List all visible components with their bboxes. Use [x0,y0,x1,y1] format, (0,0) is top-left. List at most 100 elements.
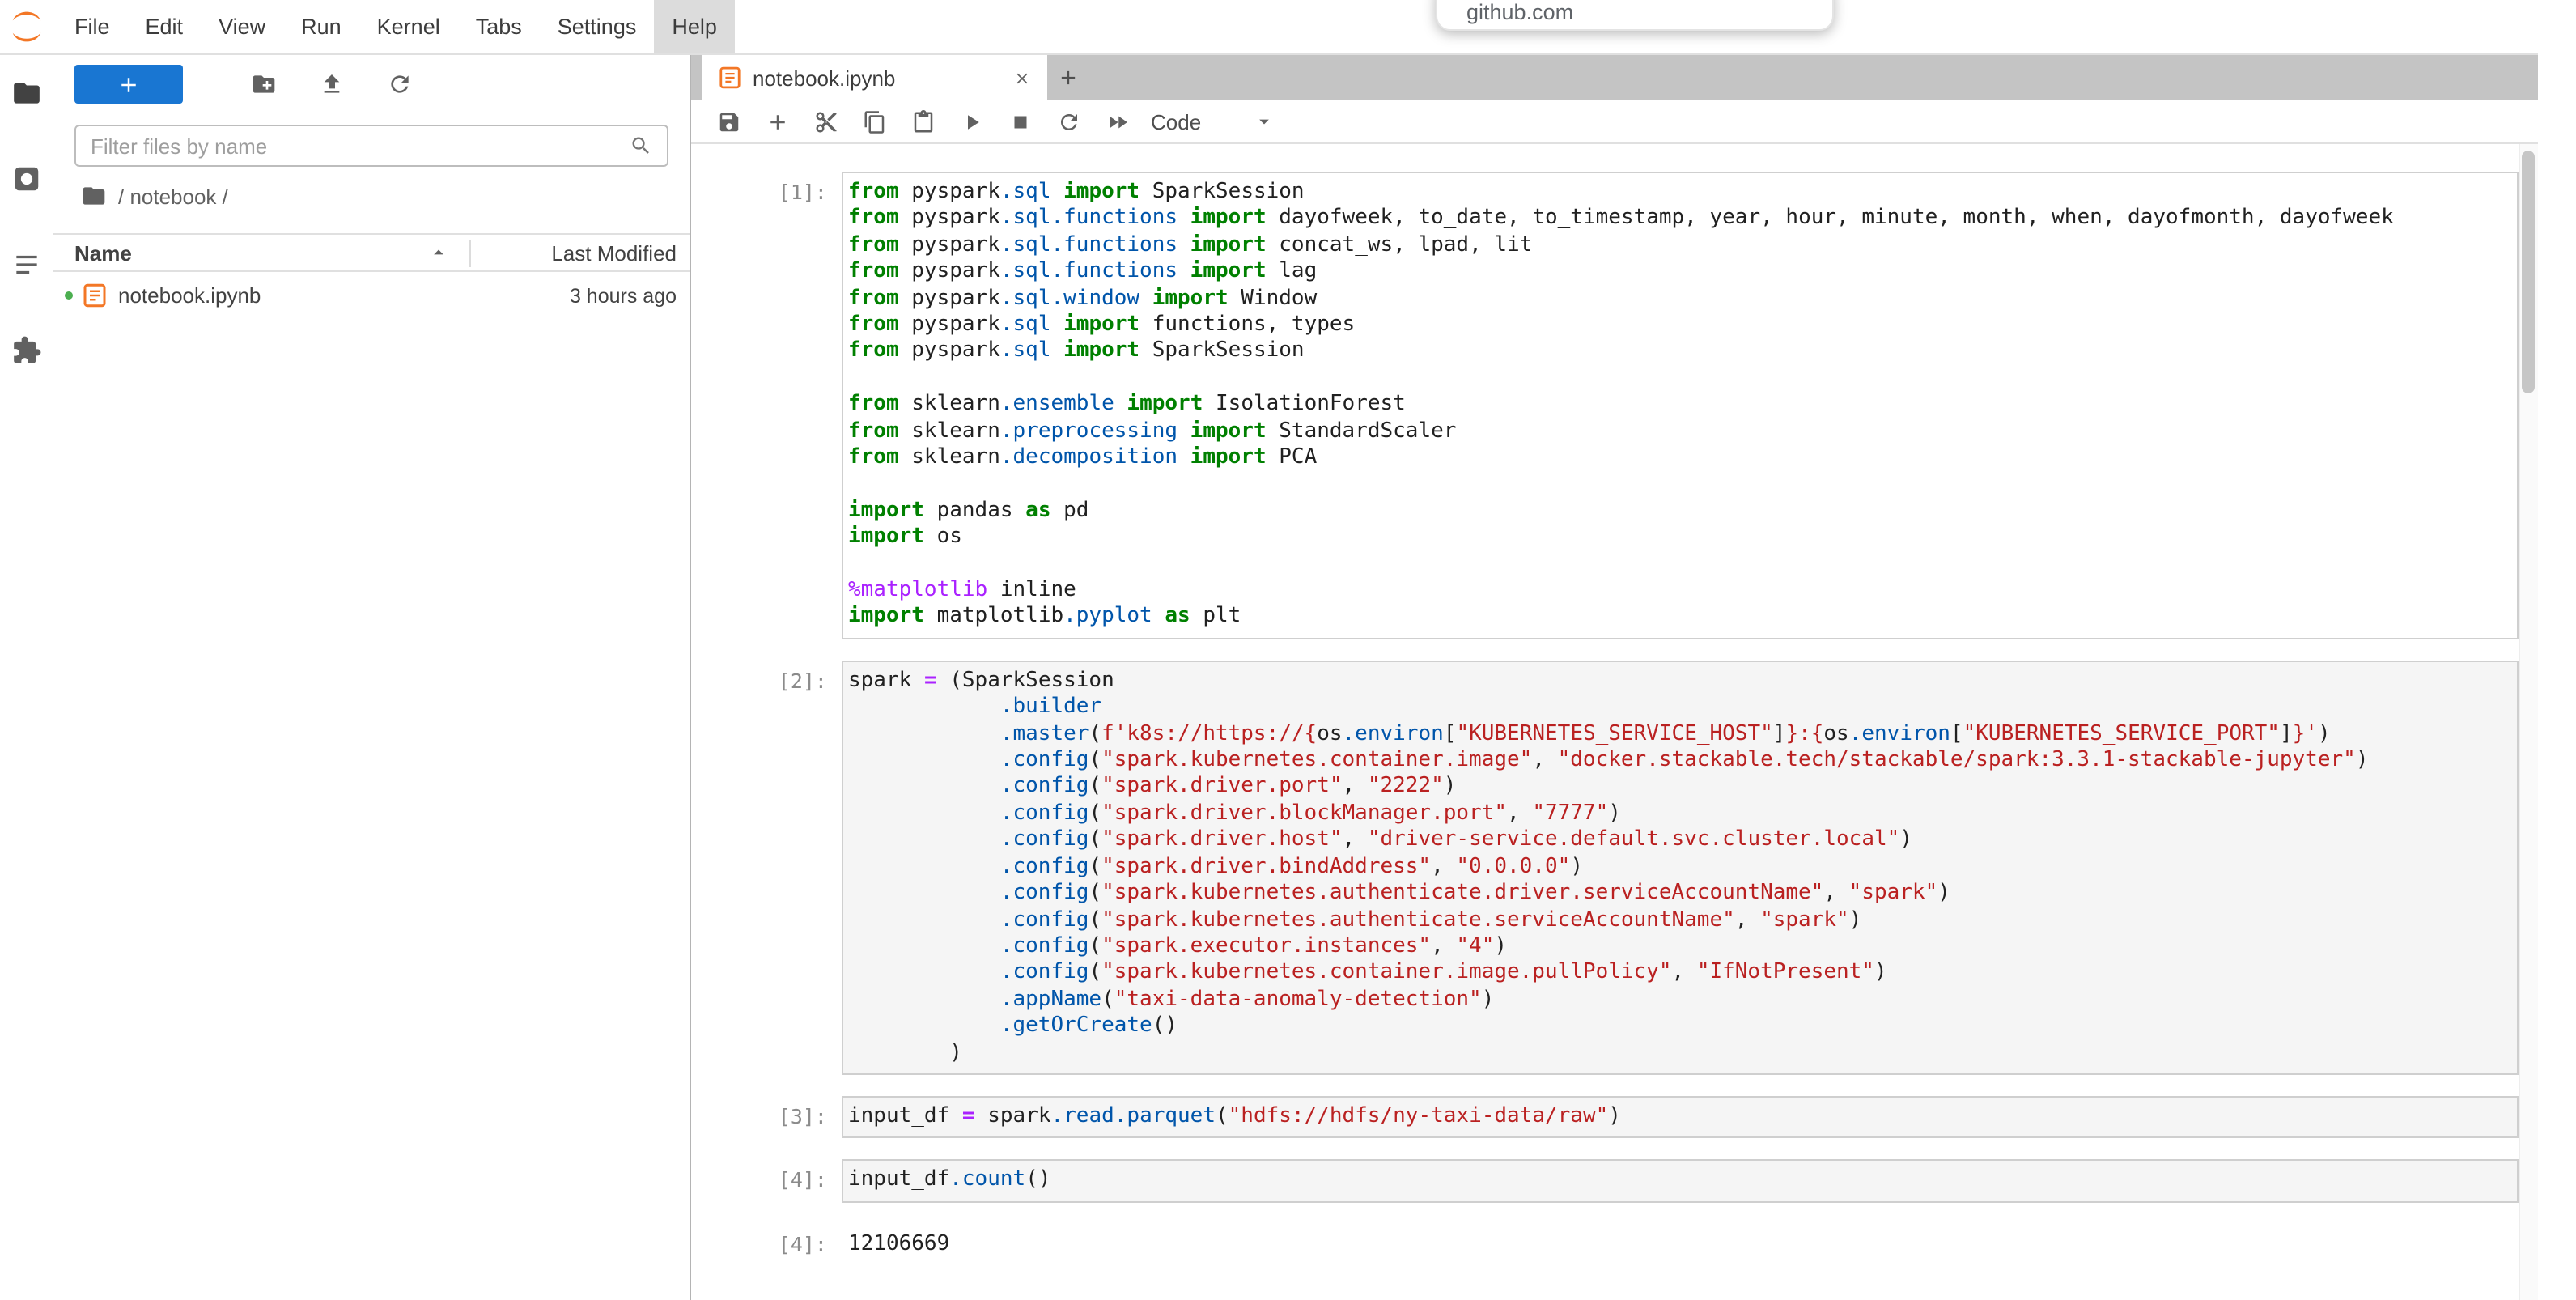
sidebar-tab-extensions[interactable] [11,333,43,366]
code-cell[interactable]: [1]:from pyspark.sql import SparkSession… [691,172,2538,639]
new-launcher-button[interactable] [74,65,183,104]
file-row[interactable]: notebook.ipynb 3 hours ago [53,275,690,316]
code-line: ) [848,1040,2512,1067]
code-line: %matplotlib inline [848,578,2512,605]
notebook-panel: [1]:from pyspark.sql import SparkSession… [691,144,2538,1300]
tab-notebook[interactable]: notebook.ipynb [702,55,1047,100]
browser-site-popup: github.com [1436,0,1834,31]
close-icon [1012,69,1030,87]
restart-kernel-button[interactable] [1047,103,1089,140]
code-line: .config("spark.driver.host", "driver-ser… [848,828,2512,855]
paste-cell-button[interactable] [902,103,944,140]
interrupt-kernel-button[interactable] [999,103,1041,140]
cell-editor[interactable]: input_df.count() [842,1160,2519,1203]
code-line: .config("spark.kubernetes.container.imag… [848,748,2512,775]
copy-cell-button[interactable] [853,103,895,140]
code-cell[interactable]: [3]:input_df = spark.read.parquet("hdfs:… [691,1096,2538,1139]
code-line: import pandas as pd [848,499,2512,525]
refresh-icon [386,71,412,97]
notebook-scrollbar[interactable] [2519,144,2538,1300]
add-cell-button[interactable] [756,103,798,140]
menu-tabs[interactable]: Tabs [458,0,540,53]
code-line: .config("spark.executor.instances", "4") [848,934,2512,961]
code-line: .config("spark.kubernetes.authenticate.d… [848,881,2512,907]
tab-bar: notebook.ipynb [691,55,2538,100]
cell-prompt: [1]: [691,172,842,639]
breadcrumb-path: / notebook / [118,184,228,208]
code-line: from sklearn.decomposition import PCA [848,445,2512,472]
running-kernel-dot [65,291,73,300]
menu-edit[interactable]: Edit [128,0,202,53]
code-cell[interactable]: [2]:spark = (SparkSession .builder .mast… [691,661,2538,1075]
code-line: .getOrCreate() [848,1013,2512,1040]
output-text: 12106669 [842,1224,2538,1267]
menu-help[interactable]: Help [654,0,735,53]
popup-domain: github.com [1466,0,1573,24]
notebook-file-icon [83,283,107,308]
code-line: .builder [848,695,2512,722]
sidebar-tab-running[interactable] [11,162,43,194]
upload-icon [318,71,344,97]
search-icon [630,134,652,157]
cell-editor[interactable]: spark = (SparkSession .builder .master(f… [842,661,2519,1075]
plus-icon [117,72,141,96]
tab-close-button[interactable] [1008,65,1034,91]
menu-run[interactable]: Run [283,0,359,53]
code-line [848,366,2512,393]
column-header-modified[interactable]: Last Modified [471,240,690,265]
activity-bar [0,55,53,1300]
cell-type-dropdown[interactable]: Code [1151,109,1275,134]
file-filter-input[interactable] [91,134,630,158]
code-line: from pyspark.sql.functions import concat… [848,233,2512,260]
column-header-name[interactable]: Name [53,240,469,265]
upload-button[interactable] [317,70,345,98]
cell-prompt: [2]: [691,661,842,1075]
save-button[interactable] [707,103,749,140]
jupyter-logo [8,8,45,45]
save-icon [716,109,741,134]
code-line: from pyspark.sql import SparkSession [848,180,2512,206]
file-browser-panel: / notebook / Name Last Modified notebook… [53,55,691,1300]
file-modified: 3 hours ago [471,284,690,307]
file-browser-toolbar [53,60,690,108]
menu-kernel[interactable]: Kernel [359,0,458,53]
cell-editor[interactable]: from pyspark.sql import SparkSessionfrom… [842,172,2519,639]
folder-icon [11,77,42,108]
scrollbar-thumb[interactable] [2522,151,2535,393]
main-area: notebook.ipynb [691,55,2538,1300]
puzzle-icon [11,334,42,365]
code-line: from sklearn.ensemble import IsolationFo… [848,392,2512,418]
code-cell[interactable]: [4]:input_df.count() [691,1160,2538,1203]
code-line: .config("spark.driver.blockManager.port"… [848,801,2512,828]
code-line: .config("spark.kubernetes.authenticate.s… [848,907,2512,934]
sort-ascending-icon [427,241,450,264]
notebook-cells: [1]:from pyspark.sql import SparkSession… [691,172,2538,1266]
menu-file[interactable]: File [57,0,128,53]
cut-cell-button[interactable] [804,103,847,140]
code-line: .config("spark.driver.bindAddress", "0.0… [848,854,2512,881]
code-line: .appName("taxi-data-anomaly-detection") [848,987,2512,1013]
home-folder-icon [81,183,107,209]
new-folder-icon [250,71,276,97]
code-line: .config("spark.kubernetes.container.imag… [848,961,2512,988]
breadcrumb[interactable]: / notebook / [53,167,690,220]
sidebar-tab-file-browser[interactable] [11,76,43,108]
notebook-toolbar: Code [691,100,2538,144]
restart-icon [1056,109,1080,134]
menu-view[interactable]: View [201,0,283,53]
code-line: from pyspark.sql.functions import dayofw… [848,206,2512,233]
code-line: from pyspark.sql.window import Window [848,286,2512,312]
cell-editor[interactable]: input_df = spark.read.parquet("hdfs://hd… [842,1096,2519,1139]
menu-settings[interactable]: Settings [540,0,655,53]
plus-icon [765,109,789,134]
notebook-icon [719,66,741,89]
new-tab-button[interactable] [1047,55,1089,100]
run-cell-button[interactable] [950,103,992,140]
restart-run-all-button[interactable] [1096,103,1138,140]
refresh-button[interactable] [385,70,413,98]
running-kernels-icon [11,163,42,193]
new-folder-button[interactable] [249,70,277,98]
plus-icon [1057,66,1080,89]
sidebar-tab-toc[interactable] [11,248,43,280]
file-list-header: Name Last Modified [53,233,690,272]
